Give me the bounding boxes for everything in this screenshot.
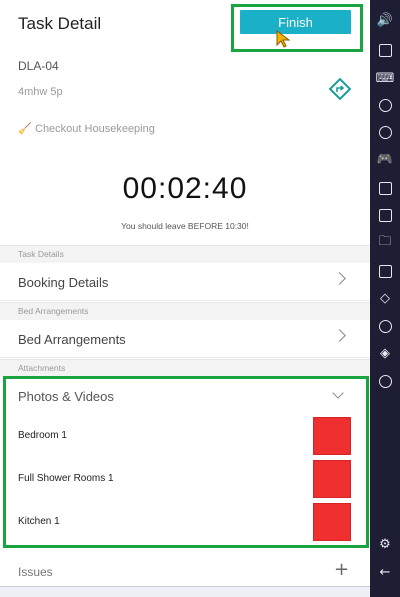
layers-icon[interactable]: ◈: [375, 343, 395, 363]
multi-instance-icon[interactable]: [375, 261, 395, 281]
folder-icon[interactable]: 🗀: [375, 233, 395, 253]
photo-item-label: Kitchen 1: [18, 516, 60, 527]
chevron-right-icon: [333, 272, 346, 285]
task-code: DLA-04: [18, 59, 59, 73]
room-name: 4mhw 5p: [18, 86, 63, 98]
photo-item-label: Full Shower Rooms 1: [18, 473, 114, 484]
bed-arrangements-row[interactable]: Bed Arrangements: [0, 320, 370, 358]
photo-item-label: Bedroom 1: [18, 430, 67, 441]
settings-icon[interactable]: ⚙: [375, 534, 395, 554]
countdown-timer: 00:02:40: [122, 172, 248, 205]
photo-thumbnail[interactable]: [313, 503, 351, 541]
mouse-cursor-icon: [276, 30, 291, 48]
bed-arrangements-label: Bed Arrangements: [18, 332, 126, 347]
photo-thumbnail[interactable]: [313, 460, 351, 498]
location-icon[interactable]: [375, 316, 395, 336]
gamepad-icon[interactable]: 🎮: [375, 149, 395, 169]
keyboard-icon[interactable]: ⌨: [375, 68, 395, 88]
cursor-icon[interactable]: [375, 40, 395, 60]
photo-thumbnail[interactable]: [313, 417, 351, 455]
task-type-label: Checkout Housekeeping: [35, 123, 155, 135]
photos-videos-title[interactable]: Photos & Videos: [18, 389, 114, 404]
video-play-icon[interactable]: [375, 95, 395, 115]
emulator-sidebar: 🔊 ⌨ 🎮 🗀 ◇ ◈ ⚙ ←: [370, 0, 400, 597]
broom-icon: 🧹: [18, 123, 32, 135]
chevron-right-icon: [333, 329, 346, 342]
bottom-bar: [0, 586, 370, 597]
apk-icon[interactable]: [375, 178, 395, 198]
add-issue-icon[interactable]: +: [334, 559, 349, 580]
finish-button[interactable]: Finish: [240, 10, 351, 34]
page-title: Task Detail: [18, 14, 102, 33]
booking-details-row[interactable]: Booking Details: [0, 263, 370, 301]
directions-icon[interactable]: [329, 78, 351, 100]
back-icon[interactable]: ←: [375, 562, 395, 582]
booking-details-label: Booking Details: [18, 275, 109, 290]
section-header-bed: Bed Arrangements: [0, 302, 370, 320]
volume-up-icon[interactable]: 🔊: [375, 10, 395, 30]
leave-notice: You should leave BEFORE 10:30!: [121, 221, 249, 231]
screenshot-icon[interactable]: [375, 205, 395, 225]
issues-label: Issues: [18, 565, 53, 579]
section-header-task-details: Task Details: [0, 245, 370, 263]
speed-icon[interactable]: [375, 371, 395, 391]
app-screen: Task Detail Finish DLA-04 4mhw 5p 🧹 Chec…: [0, 0, 370, 597]
screen-record-icon[interactable]: [375, 122, 395, 142]
section-header-attachments: Attachments: [0, 359, 370, 377]
eraser-icon[interactable]: ◇: [375, 288, 395, 308]
